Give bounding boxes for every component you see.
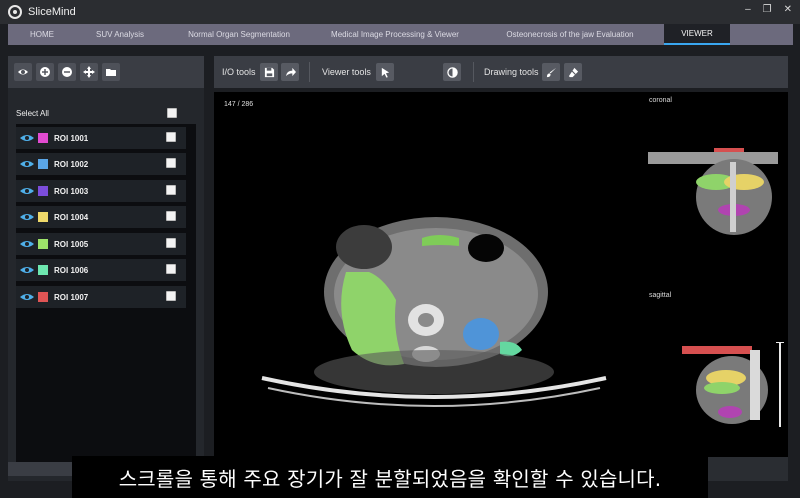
coronal-view-label: coronal bbox=[649, 97, 672, 104]
tab-home[interactable]: HOME bbox=[8, 24, 76, 45]
toolbar-separator bbox=[309, 62, 310, 82]
roi-color-swatch bbox=[38, 292, 48, 302]
coronal-preview[interactable] bbox=[644, 142, 784, 242]
export-icon[interactable] bbox=[281, 63, 299, 81]
roi-checkbox[interactable] bbox=[166, 132, 176, 142]
roi-color-swatch bbox=[38, 265, 48, 275]
visibility-eye-icon[interactable] bbox=[20, 213, 34, 221]
folder-icon[interactable] bbox=[102, 63, 120, 81]
image-viewer[interactable]: 147 / 286 coronal sagittal bbox=[214, 92, 788, 457]
tab-bar: HOME SUV Analysis Normal Organ Segmentat… bbox=[8, 24, 793, 45]
roi-label: ROI 1003 bbox=[54, 186, 89, 196]
visibility-eye-icon[interactable] bbox=[20, 266, 34, 274]
brush-icon[interactable] bbox=[542, 63, 560, 81]
roi-panel: Select All ROI 1001 ROI 1002 ROI 1003 RO… bbox=[8, 56, 204, 481]
roi-item-1002[interactable]: ROI 1002 bbox=[16, 153, 186, 175]
visibility-eye-icon[interactable] bbox=[20, 240, 34, 248]
roi-item-1004[interactable]: ROI 1004 bbox=[16, 206, 186, 228]
roi-checkbox[interactable] bbox=[166, 264, 176, 274]
roi-checkbox[interactable] bbox=[166, 238, 176, 248]
roi-checkbox[interactable] bbox=[166, 211, 176, 221]
main-toolbar: I/O tools Viewer tools Drawing tools bbox=[214, 56, 788, 88]
roi-item-1003[interactable]: ROI 1003 bbox=[16, 180, 186, 202]
roi-label: ROI 1004 bbox=[54, 212, 89, 222]
roi-color-swatch bbox=[38, 212, 48, 222]
roi-label: ROI 1006 bbox=[54, 265, 89, 275]
slice-counter: 147 / 286 bbox=[224, 101, 254, 108]
tab-medical-image-processing[interactable]: Medical Image Processing & Viewer bbox=[314, 24, 476, 45]
roi-item-1006[interactable]: ROI 1006 bbox=[16, 259, 186, 281]
roi-checkbox[interactable] bbox=[166, 185, 176, 195]
roi-checkbox[interactable] bbox=[166, 158, 176, 168]
visibility-eye-icon[interactable] bbox=[20, 160, 34, 168]
pointer-icon[interactable] bbox=[376, 63, 394, 81]
minimize-button[interactable]: – bbox=[745, 4, 751, 15]
roi-checkbox[interactable] bbox=[166, 291, 176, 301]
zoom-in-icon[interactable] bbox=[36, 63, 54, 81]
app-title: SliceMind bbox=[28, 6, 76, 18]
roi-label: ROI 1007 bbox=[54, 292, 89, 302]
slice-scroll-indicator[interactable] bbox=[779, 342, 781, 427]
zoom-out-icon[interactable] bbox=[58, 63, 76, 81]
slicemind-logo-icon bbox=[8, 5, 22, 19]
roi-label: ROI 1002 bbox=[54, 159, 89, 169]
toolbar-separator bbox=[473, 62, 474, 82]
roi-color-swatch bbox=[38, 186, 48, 196]
roi-label: ROI 1001 bbox=[54, 133, 89, 143]
select-all-checkbox[interactable] bbox=[167, 108, 177, 118]
visibility-eye-icon[interactable] bbox=[20, 187, 34, 195]
contrast-icon[interactable] bbox=[443, 63, 461, 81]
visibility-eye-icon[interactable] bbox=[20, 293, 34, 301]
roi-color-swatch bbox=[38, 133, 48, 143]
roi-color-swatch bbox=[38, 239, 48, 249]
tab-viewer[interactable]: VIEWER bbox=[664, 24, 730, 45]
title-bar: SliceMind – ❐ ✕ bbox=[0, 0, 800, 24]
visibility-eye-icon[interactable] bbox=[20, 134, 34, 142]
subtitle-caption: 스크롤을 통해 주요 장기가 잘 분할되었음을 확인할 수 있습니다. bbox=[72, 456, 708, 498]
tab-suv-analysis[interactable]: SUV Analysis bbox=[76, 24, 164, 45]
tab-osteonecrosis-evaluation[interactable]: Osteonecrosis of the jaw Evaluation bbox=[476, 24, 664, 45]
sagittal-preview[interactable] bbox=[682, 340, 776, 426]
save-icon[interactable] bbox=[260, 63, 278, 81]
select-all-row: Select All bbox=[8, 106, 188, 120]
sagittal-view-label: sagittal bbox=[649, 292, 672, 299]
roi-toolbar bbox=[8, 56, 204, 88]
io-tools-label: I/O tools bbox=[222, 67, 256, 77]
select-all-label: Select All bbox=[16, 108, 49, 118]
window-controls: – ❐ ✕ bbox=[745, 4, 792, 15]
roi-item-1005[interactable]: ROI 1005 bbox=[16, 233, 186, 255]
viewer-tools-label: Viewer tools bbox=[322, 67, 371, 77]
roi-item-1007[interactable]: ROI 1007 bbox=[16, 286, 186, 308]
roi-item-1001[interactable]: ROI 1001 bbox=[16, 127, 186, 149]
roi-list: ROI 1001 ROI 1002 ROI 1003 ROI 1004 ROI … bbox=[16, 124, 196, 469]
slice-scroll-tick bbox=[776, 342, 784, 343]
drawing-tools-label: Drawing tools bbox=[484, 67, 539, 77]
move-icon[interactable] bbox=[80, 63, 98, 81]
roi-label: ROI 1005 bbox=[54, 239, 89, 249]
axial-ct-slice[interactable] bbox=[254, 202, 614, 432]
tab-normal-organ-segmentation[interactable]: Normal Organ Segmentation bbox=[164, 24, 314, 45]
roi-color-swatch bbox=[38, 159, 48, 169]
eye-icon[interactable] bbox=[14, 63, 32, 81]
eraser-icon[interactable] bbox=[564, 63, 582, 81]
maximize-button[interactable]: ❐ bbox=[763, 4, 772, 15]
close-button[interactable]: ✕ bbox=[784, 4, 792, 15]
